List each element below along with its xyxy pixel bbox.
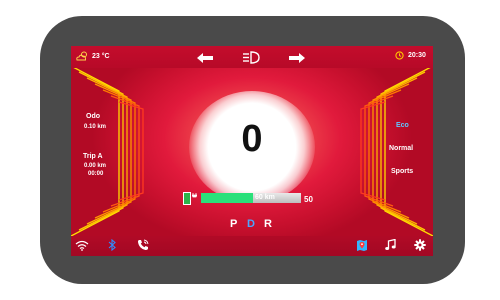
trip-time: 00:00 xyxy=(88,171,104,177)
bottom-status-bar xyxy=(71,236,433,256)
charge-plug-icon xyxy=(192,193,197,199)
wifi-icon[interactable] xyxy=(75,240,89,251)
temperature: 23 °C xyxy=(92,53,110,60)
gear-icon[interactable] xyxy=(414,239,426,251)
phone-icon[interactable] xyxy=(137,239,149,251)
gear-r[interactable]: R xyxy=(264,218,272,230)
battery-icon xyxy=(183,192,191,205)
mode-normal[interactable]: Normal xyxy=(389,145,413,152)
headlight-icon xyxy=(242,51,260,64)
mode-eco[interactable]: Eco xyxy=(396,122,409,129)
arrow-left-icon xyxy=(197,53,213,63)
odo-label: Odo xyxy=(86,113,100,120)
clock: 20:30 xyxy=(408,52,426,59)
speed-readout: 0 xyxy=(241,118,263,160)
trip-label: Trip A xyxy=(83,153,103,160)
music-icon[interactable] xyxy=(385,239,396,251)
odo-value: 0.10 km xyxy=(84,124,107,130)
trip-distance: 0.00 km xyxy=(84,163,107,169)
mode-sports[interactable]: Sports xyxy=(391,168,413,175)
range-max: 50 xyxy=(304,195,313,204)
range-value: 60 km xyxy=(255,194,275,201)
range-bar-fill xyxy=(201,193,253,203)
gear-p[interactable]: P xyxy=(230,218,237,230)
gear-d[interactable]: D xyxy=(247,218,255,230)
arrow-right-icon xyxy=(289,53,305,63)
range-bar: 60 km xyxy=(201,193,301,203)
map-icon[interactable] xyxy=(356,239,368,252)
dashboard-screen: 23 °C 20:30 Odo 0.10 km Trip A 0.00 km 0… xyxy=(71,46,433,256)
bluetooth-icon[interactable] xyxy=(108,239,116,251)
clock-icon xyxy=(395,51,404,60)
cloud-sun-icon xyxy=(75,51,89,61)
